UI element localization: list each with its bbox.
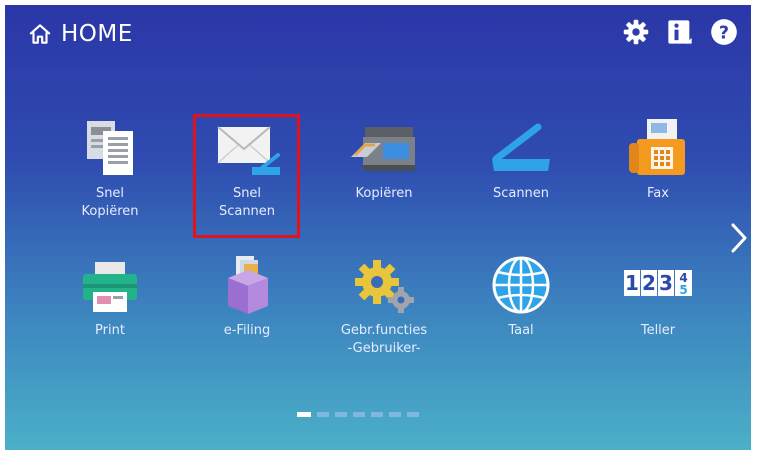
page-dot-active[interactable] xyxy=(297,412,311,417)
page-dot[interactable] xyxy=(317,412,329,417)
tile-label: Scannen xyxy=(218,204,276,219)
settings-button[interactable] xyxy=(621,17,651,47)
counter-digit: 2 xyxy=(642,271,656,295)
chevron-right-icon xyxy=(731,223,747,253)
page-title: HOME xyxy=(61,21,133,47)
counter-digit: 1 xyxy=(625,271,639,295)
tile-taal[interactable]: Taal xyxy=(465,250,577,340)
tile-label: Scannen xyxy=(492,186,550,201)
info-button[interactable] xyxy=(665,17,695,47)
svg-text:?: ? xyxy=(719,23,729,43)
page-dot[interactable] xyxy=(353,412,365,417)
tile-label: Gebr.functies xyxy=(340,323,428,338)
home-screen: HOME ? Snel Kopiëren Snel Scannen Kopiër… xyxy=(5,5,751,450)
tile-label: e-Filing xyxy=(223,323,271,338)
fax-icon xyxy=(629,119,685,175)
tile-label: Print xyxy=(95,323,125,338)
tile-label: Teller xyxy=(640,323,676,338)
tile-label: -Gebruiker- xyxy=(347,341,421,356)
page-dot[interactable] xyxy=(371,412,383,417)
tile-gebr-functies[interactable]: Gebr.functies -Gebruiker- xyxy=(328,250,440,358)
home-title[interactable]: HOME xyxy=(27,19,133,49)
tile-e-filing[interactable]: e-Filing xyxy=(191,250,303,340)
settings-gear-icon xyxy=(623,19,649,45)
page-indicator xyxy=(297,412,419,417)
quick-scan-envelope-icon xyxy=(217,126,280,175)
counter-digit: 5 xyxy=(679,283,687,297)
tile-label: Taal xyxy=(508,323,534,338)
tile-label: Fax xyxy=(647,186,669,201)
home-icon xyxy=(29,24,51,44)
scanner-icon xyxy=(492,123,550,171)
tile-print[interactable]: Print xyxy=(54,250,166,340)
counter-digit: 3 xyxy=(659,271,673,295)
printer-icon xyxy=(83,262,137,312)
tile-label: Kopiëren xyxy=(355,186,413,201)
help-icon: ? xyxy=(711,19,737,45)
globe-icon xyxy=(492,256,550,314)
tile-fax[interactable]: Fax xyxy=(602,113,714,203)
tile-teller[interactable]: 1 2 3 4 5 Teller xyxy=(602,250,714,340)
help-button[interactable]: ? xyxy=(709,17,739,47)
tile-snel-kopieren[interactable]: Snel Kopiëren xyxy=(54,113,166,221)
tile-label: Kopiëren xyxy=(81,204,139,219)
page-dot[interactable] xyxy=(407,412,419,417)
counter-icon: 1 2 3 4 5 xyxy=(624,270,692,297)
quick-copy-icon xyxy=(87,121,133,175)
copier-icon xyxy=(351,127,415,171)
page-dot[interactable] xyxy=(389,412,401,417)
e-filing-box-icon xyxy=(228,256,268,314)
info-icon xyxy=(668,20,692,44)
gears-icon xyxy=(355,260,414,313)
page-dot[interactable] xyxy=(335,412,347,417)
tile-scannen[interactable]: Scannen xyxy=(465,113,577,203)
tile-label: Snel xyxy=(95,186,125,201)
tile-snel-scannen[interactable]: Snel Scannen xyxy=(191,113,303,221)
tile-label: Snel xyxy=(232,186,262,201)
tile-kopieren[interactable]: Kopiëren xyxy=(328,113,440,203)
top-bar: HOME ? xyxy=(5,5,751,61)
next-page-button[interactable] xyxy=(727,221,751,255)
